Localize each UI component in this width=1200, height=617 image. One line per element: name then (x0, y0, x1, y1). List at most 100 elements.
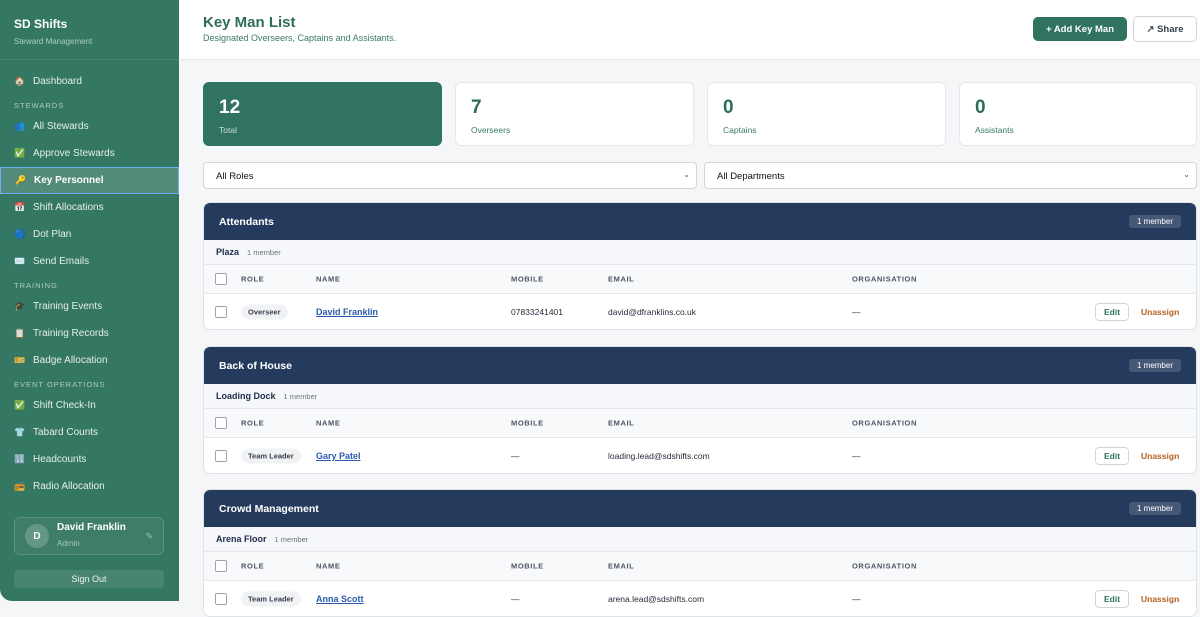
table-row: Team Leader Anna Scott — arena.lead@sdsh… (204, 581, 1196, 616)
tabard-counts-icon: 👕 (14, 427, 26, 437)
sidebar-item-all-stewards[interactable]: 👥 All Stewards (0, 113, 179, 140)
table-header: ROLE NAME MOBILE EMAIL ORGANISATION (204, 265, 1196, 294)
subgroup-count: 1 member (283, 391, 318, 401)
sidebar-item-shift-allocations[interactable]: 📅 Shift Allocations (0, 194, 179, 221)
stat-label: Total (219, 125, 237, 135)
column-header-role: ROLE (241, 418, 265, 428)
stat-label: Overseers (471, 125, 511, 135)
subgroup-title: Plaza (216, 247, 240, 257)
sidebar-item-shift-check-in[interactable]: ✅ Shift Check-In (0, 392, 179, 419)
edit-button[interactable]: Edit (1095, 302, 1129, 321)
sidebar-item-label: Shift Check-In (33, 400, 96, 411)
column-header-role: ROLE (241, 274, 265, 284)
badge-allocation-icon: 🎫 (14, 355, 26, 365)
stat-label: Assistants (975, 125, 1014, 135)
column-header-email: EMAIL (608, 418, 635, 428)
brand: SD Shifts Steward Management (0, 0, 179, 60)
sidebar-item-tabard-counts[interactable]: 👕 Tabard Counts (0, 419, 179, 446)
stat-overseers: 7 Overseers (455, 82, 694, 146)
unassign-button[interactable]: Unassign (1141, 307, 1179, 317)
app-title: SD Shifts (14, 17, 68, 31)
subgroup-header: Arena Floor 1 member (204, 527, 1196, 552)
sidebar-nav: 🏠 Dashboard STEWARDS 👥 All Stewards ✅ Approve … (0, 60, 179, 500)
member-name-link[interactable]: Gary Patel (316, 451, 361, 461)
member-name-link[interactable]: David Franklin (316, 307, 378, 317)
stat-total: 12 Total (203, 82, 442, 146)
role-filter-value: All Roles (216, 171, 254, 182)
sidebar-item-label: Training Events (33, 301, 103, 312)
subgroup-header: Plaza 1 member (204, 240, 1196, 265)
select-all-checkbox[interactable] (215, 417, 227, 429)
group-title: Back of House (219, 359, 292, 372)
sidebar-item-label: Key Personnel (34, 175, 104, 186)
sidebar-item-label: Shift Allocations (33, 202, 104, 213)
email-cell: arena.lead@sdshifts.com (608, 593, 705, 604)
nav-section-label: TRAINING (14, 281, 58, 290)
dashboard-icon: 🏠 (14, 76, 26, 86)
mobile-cell: — (511, 593, 520, 604)
sidebar-item-training-events[interactable]: 🎓 Training Events (0, 293, 179, 320)
nav-section-label: STEWARDS (14, 101, 65, 110)
dot-plan-icon: 🔵 (14, 229, 26, 239)
department-filter-select[interactable]: All Departments ⌄ (704, 162, 1197, 189)
column-header-mobile: MOBILE (511, 561, 544, 571)
headcounts-icon: 🔢 (14, 454, 26, 464)
unassign-button[interactable]: Unassign (1141, 594, 1179, 604)
table-header: ROLE NAME MOBILE EMAIL ORGANISATION (204, 552, 1196, 581)
sidebar-item-badge-allocation[interactable]: 🎫 Badge Allocation (0, 347, 179, 374)
sidebar-item-training-records[interactable]: 📋 Training Records (0, 320, 179, 347)
training-records-icon: 📋 (14, 328, 26, 338)
row-checkbox[interactable] (215, 449, 227, 462)
sidebar-item-label: Training Records (33, 328, 109, 339)
row-checkbox[interactable] (215, 305, 227, 318)
column-header-role: ROLE (241, 561, 265, 571)
subgroup-header: Loading Dock 1 member (204, 384, 1196, 409)
sidebar-item-dot-plan[interactable]: 🔵 Dot Plan (0, 221, 179, 248)
add-key-man-button[interactable]: + Add Key Man (1033, 17, 1127, 41)
sidebar-item-label: Dashboard (33, 76, 82, 87)
stat-value: 7 (471, 97, 482, 118)
column-header-organisation: ORGANISATION (852, 418, 917, 428)
select-all-checkbox[interactable] (215, 273, 227, 285)
sidebar-item-label: All Stewards (33, 121, 89, 132)
edit-button[interactable]: Edit (1095, 446, 1129, 465)
send-emails-icon: ✉️ (14, 256, 26, 266)
sidebar-item-radio-allocation[interactable]: 📻 Radio Allocation (0, 473, 179, 500)
column-header-email: EMAIL (608, 561, 635, 571)
select-all-checkbox[interactable] (215, 560, 227, 572)
subgroup-title: Arena Floor (216, 534, 267, 544)
mobile-cell: 07833241401 (511, 306, 564, 317)
sidebar: SD Shifts Steward Management 🏠 Dashboard S… (0, 0, 179, 601)
shift-check-in-icon: ✅ (14, 400, 26, 410)
member-name-link[interactable]: Anna Scott (316, 594, 364, 604)
nav-section-label: EVENT OPERATIONS (14, 380, 106, 389)
role-badge: Team Leader (241, 448, 301, 463)
mobile-cell: — (511, 450, 520, 461)
group-header: Back of House 1 member (204, 347, 1196, 384)
role-filter-select[interactable]: All Roles ⌄ (203, 162, 697, 189)
stat-label: Captains (723, 125, 757, 135)
user-card[interactable]: D David Franklin Admin ✎ (14, 517, 164, 555)
department-group: Crowd Management 1 member Arena Floor 1 me… (203, 489, 1197, 617)
sidebar-item-key-personnel[interactable]: 🔑 Key Personnel (0, 167, 179, 194)
unassign-button[interactable]: Unassign (1141, 451, 1179, 461)
edit-button[interactable]: Edit (1095, 589, 1129, 608)
role-badge: Overseer (241, 304, 288, 319)
shift-allocations-icon: 📅 (14, 202, 26, 212)
edit-pencil-icon[interactable]: ✎ (145, 531, 153, 542)
sidebar-item-headcounts[interactable]: 🔢 Headcounts (0, 446, 179, 473)
subgroup-count: 1 member (274, 534, 309, 544)
sidebar-item-label: Approve Stewards (33, 148, 115, 159)
row-checkbox[interactable] (215, 592, 227, 605)
group-header: Attendants 1 member (204, 203, 1196, 240)
member-count-badge: 1 member (1128, 215, 1181, 228)
sidebar-item-approve-stewards[interactable]: ✅ Approve Stewards (0, 140, 179, 167)
user-name: David Franklin (57, 521, 126, 533)
table-row: Team Leader Gary Patel — loading.lead@sd… (204, 438, 1196, 473)
training-events-icon: 🎓 (14, 301, 26, 311)
sidebar-item-label: Radio Allocation (33, 481, 105, 492)
sidebar-item-send-emails[interactable]: ✉️ Send Emails (0, 248, 179, 275)
sign-out-button[interactable]: Sign Out (14, 570, 164, 588)
sidebar-item-dashboard[interactable]: 🏠 Dashboard (0, 68, 179, 95)
share-button[interactable]: ↗ Share (1133, 16, 1197, 42)
